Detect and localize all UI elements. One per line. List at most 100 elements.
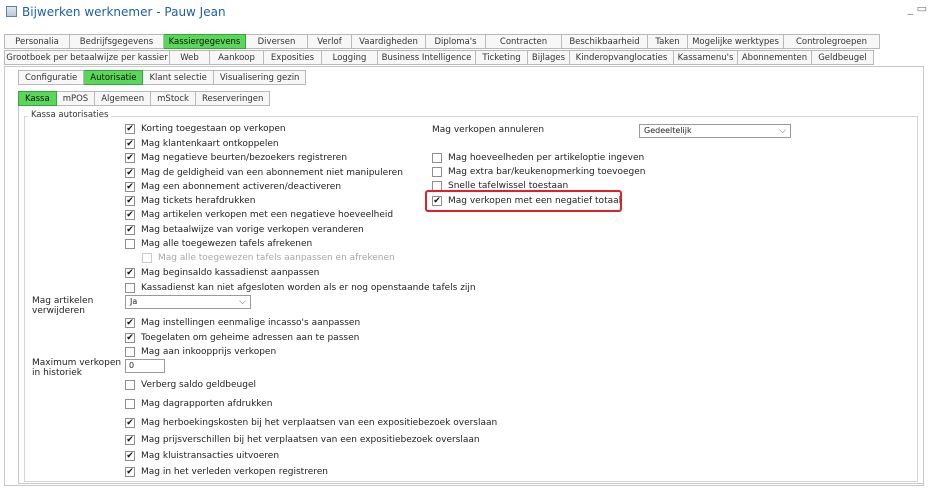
tab-geldbeugel[interactable]: Geldbeugel: [812, 50, 874, 65]
checkbox-row[interactable]: ✔ Toegelaten om geheime adressen aan te p…: [125, 333, 359, 343]
checkbox[interactable]: ✔: [125, 418, 135, 428]
tab-aankoop[interactable]: Aankoop: [210, 50, 264, 65]
tab-controlegroepen[interactable]: Controlegroepen: [784, 34, 880, 49]
checkbox-row[interactable]: ✔ Mag klantenkaart ontkoppelen: [125, 139, 279, 149]
checkbox-row[interactable]: ✔ Mag betaalwijze van vorige verkopen ver…: [125, 225, 364, 235]
checkbox[interactable]: ✔: [125, 225, 135, 235]
checkbox[interactable]: ✔: [125, 467, 135, 477]
checkbox-row[interactable]: ✔ Mag artikelen verkopen met een negatiev…: [125, 210, 393, 220]
checkbox-label: Mag hoeveelheden per artikeloptie ingeve…: [448, 153, 645, 163]
checkbox[interactable]: ✔: [125, 318, 135, 328]
checkbox-label: Mag betaalwijze van vorige verkopen vera…: [141, 225, 364, 235]
tab-bijlages[interactable]: Bijlages: [528, 50, 570, 65]
tab-diplomas[interactable]: Diploma's: [426, 34, 486, 49]
tab-diversen[interactable]: Diversen: [246, 34, 308, 49]
checkbox[interactable]: [432, 167, 442, 177]
checkbox-row[interactable]: ✔ Mag in het verleden verkopen registrere…: [125, 467, 328, 477]
highlight-box: [425, 190, 622, 212]
tab-mpos[interactable]: mPOS: [56, 91, 96, 106]
tab-business-intelligence[interactable]: Business Intelligence: [378, 50, 476, 65]
tab-kinderopvanglocaties[interactable]: Kinderopvanglocaties: [570, 50, 674, 65]
tab-autorisatie[interactable]: Autorisatie: [84, 70, 144, 85]
tab-visualisering-gezin[interactable]: Visualisering gezin: [213, 70, 307, 85]
tab-reserveringen[interactable]: Reserveringen: [195, 91, 271, 106]
checkbox[interactable]: ✔: [125, 210, 135, 220]
tab-grootboek[interactable]: Grootboek per betaalwijze per kassier: [4, 50, 170, 65]
checkbox[interactable]: [125, 399, 135, 409]
tab-vaardigheden[interactable]: Vaardigheden: [352, 34, 426, 49]
checkbox[interactable]: ✔: [125, 435, 135, 445]
checkbox-label: Mag negatieve beurten/bezoekers registre…: [141, 153, 348, 163]
checkbox-row[interactable]: ✔ Korting toegestaan op verkopen: [125, 124, 286, 134]
checkbox-label: Mag artikelen verkopen met een negatieve…: [141, 210, 394, 220]
checkbox-label: Korting toegestaan op verkopen: [141, 124, 286, 134]
checkbox[interactable]: [125, 283, 135, 293]
tab-contracten[interactable]: Contracten: [486, 34, 562, 49]
checkbox[interactable]: ✔: [125, 333, 135, 343]
checkbox-row[interactable]: ✔ Mag een abonnement activeren/deactivere…: [125, 182, 341, 192]
maximum-verkopen-input[interactable]: 0: [125, 359, 165, 373]
checkbox-label: Mag dagrapporten afdrukken: [141, 399, 273, 409]
tab-mstock[interactable]: mStock: [151, 91, 196, 106]
tab-mogelijke-werktypes[interactable]: Mogelijke werktypes: [688, 34, 784, 49]
checkbox-row[interactable]: Mag hoeveelheden per artikeloptie ingeve…: [432, 153, 644, 163]
checkbox: [142, 253, 152, 263]
tab-verlof[interactable]: Verlof: [308, 34, 352, 49]
checkbox-row[interactable]: Mag aan inkoopprijs verkopen: [125, 347, 276, 357]
tab-ticketing[interactable]: Ticketing: [476, 50, 528, 65]
tab-kassa[interactable]: Kassa: [18, 91, 57, 106]
checkbox-row[interactable]: ✔ Mag beginsaldo kassadienst aanpassen: [125, 268, 319, 278]
mag-artikelen-verwijderen-select[interactable]: Ja ⌵: [125, 295, 251, 309]
mag-verkopen-annuleren-label: Mag verkopen annuleren: [432, 125, 545, 135]
tab-bedrijfsgegevens[interactable]: Bedrijfsgegevens: [70, 34, 164, 49]
checkbox-row[interactable]: Mag dagrapporten afdrukken: [125, 399, 272, 409]
checkbox-row[interactable]: ✔ Mag de geldigheid van een abonnement ni…: [125, 168, 403, 178]
checkbox-row[interactable]: ✔ Mag instellingen eenmalige incasso's aa…: [125, 318, 360, 328]
tab-web[interactable]: Web: [170, 50, 210, 65]
checkbox-row[interactable]: ✔ Mag negatieve beurten/bezoekers registr…: [125, 153, 347, 163]
checkbox-row[interactable]: ✔ Mag tickets herafdrukken: [125, 196, 255, 206]
checkbox[interactable]: ✔: [125, 451, 135, 461]
checkbox-label: Mag instellingen eenmalige incasso's aan…: [141, 318, 361, 328]
mag-verkopen-annuleren-value: Gedeeltelijk: [644, 126, 692, 135]
tab-algemeen[interactable]: Algemeen: [95, 91, 152, 106]
window-title: Bijwerken werknemer - Pauw Jean: [22, 5, 226, 19]
checkbox-label: Mag kluistransacties uitvoeren: [141, 451, 280, 461]
mag-verkopen-annuleren-select[interactable]: Gedeeltelijk ⌵: [639, 124, 791, 138]
tab-row-main: Personalia Bedrijfsgegevens Kassiergegev…: [4, 34, 880, 49]
checkbox[interactable]: ✔: [125, 182, 135, 192]
tab-exposities[interactable]: Exposities: [264, 50, 322, 65]
checkbox-row: Mag alle toegewezen tafels aanpassen en …: [142, 253, 395, 263]
tab-personalia[interactable]: Personalia: [4, 34, 70, 49]
checkbox[interactable]: [125, 380, 135, 390]
tab-kassiergegevens[interactable]: Kassiergegevens: [164, 34, 246, 49]
checkbox-row[interactable]: Mag extra bar/keukenopmerking toevoegen: [432, 167, 646, 177]
tab-abonnementen[interactable]: Abonnementen: [738, 50, 812, 65]
tab-logging[interactable]: Logging: [322, 50, 378, 65]
checkbox-label: Mag aan inkoopprijs verkopen: [141, 347, 277, 357]
checkbox[interactable]: ✔: [125, 168, 135, 178]
checkbox[interactable]: [125, 347, 135, 357]
tab-klant-selectie[interactable]: Klant selectie: [143, 70, 214, 85]
checkbox[interactable]: [125, 239, 135, 249]
checkbox[interactable]: ✔: [125, 139, 135, 149]
tab-configuratie[interactable]: Configuratie: [18, 70, 85, 85]
checkbox[interactable]: ✔: [125, 124, 135, 134]
checkbox[interactable]: [432, 153, 442, 163]
checkbox-row[interactable]: ✔ Mag prijsverschillen bij het verplaatse…: [125, 435, 480, 445]
tab-beschikbaarheid[interactable]: Beschikbaarheid: [562, 34, 648, 49]
checkbox[interactable]: ✔: [125, 153, 135, 163]
checkbox-row[interactable]: Mag alle toegewezen tafels afrekenen: [125, 239, 312, 249]
checkbox-row[interactable]: Verberg saldo geldbeugel: [125, 380, 256, 390]
checkbox[interactable]: ✔: [125, 196, 135, 206]
checkbox-row[interactable]: ✔ Mag kluistransacties uitvoeren: [125, 451, 279, 461]
window-controls[interactable]: _ ▭: [908, 2, 927, 15]
checkbox-label: Mag prijsverschillen bij het verplaatsen…: [141, 435, 480, 445]
tab-kassamenus[interactable]: Kassamenu's: [674, 50, 738, 65]
tab-taken[interactable]: Taken: [648, 34, 688, 49]
checkbox[interactable]: ✔: [125, 268, 135, 278]
checkbox-row[interactable]: ✔ Mag herboekingskosten bij het verplaats…: [125, 418, 497, 428]
checkbox-row[interactable]: Kassadienst kan niet afgesloten worden a…: [125, 283, 476, 293]
tab-row-kassier: Configuratie Autorisatie Klant selectie …: [18, 70, 307, 85]
group-title: Kassa autorisaties: [28, 110, 112, 120]
